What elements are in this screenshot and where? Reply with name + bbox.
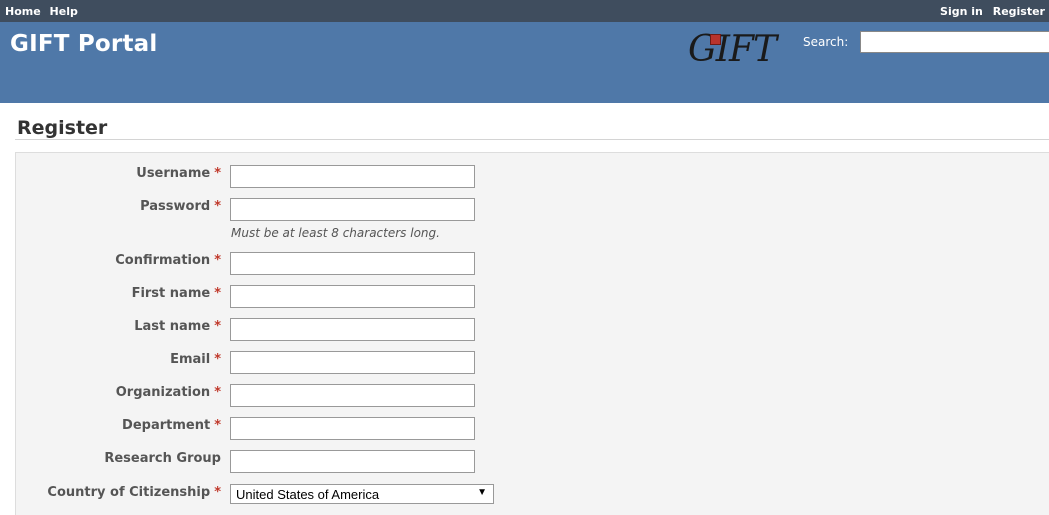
- password-label-text: Password: [140, 199, 211, 214]
- department-label-text: Department: [122, 418, 211, 433]
- research-group-label: Research Group: [104, 451, 221, 466]
- search-input[interactable]: [860, 31, 1049, 53]
- gift-box-icon: [710, 34, 721, 45]
- first-name-label-text: First name: [131, 286, 211, 301]
- research-group-label-text: Research Group: [104, 451, 221, 466]
- email-label-text: Email: [170, 352, 211, 367]
- home-link[interactable]: Home: [5, 5, 41, 18]
- email-label: Email *: [170, 352, 221, 367]
- department-label: Department *: [122, 418, 221, 433]
- page-title: Register: [17, 117, 108, 139]
- title-divider: [15, 139, 1049, 140]
- search-label: Search:: [803, 35, 849, 49]
- username-label: Username *: [136, 166, 221, 181]
- top-menu-right: Sign in Register: [934, 5, 1045, 18]
- confirmation-field[interactable]: [230, 252, 475, 275]
- logo-text: GIFT: [688, 29, 777, 70]
- password-label: Password *: [140, 199, 221, 214]
- dropdown-arrow-icon: ▼: [477, 487, 487, 498]
- top-menu-left: Home Help: [5, 5, 83, 18]
- help-link[interactable]: Help: [50, 5, 78, 18]
- header-banner: GIFT Portal GIFT Search:: [0, 22, 1049, 103]
- sign-in-link[interactable]: Sign in: [940, 5, 983, 18]
- top-menu-bar: Home Help Sign in Register: [0, 0, 1049, 22]
- last-name-label: Last name *: [134, 319, 221, 334]
- required-marker: *: [214, 319, 221, 334]
- required-marker: *: [214, 253, 221, 268]
- required-marker: *: [214, 286, 221, 301]
- required-marker: *: [214, 199, 221, 214]
- required-marker: *: [214, 352, 221, 367]
- required-marker: *: [214, 166, 221, 181]
- organization-label: Organization *: [116, 385, 221, 400]
- first-name-label: First name *: [132, 286, 221, 301]
- gift-logo[interactable]: GIFT: [688, 29, 777, 70]
- confirmation-label-text: Confirmation: [115, 253, 211, 268]
- last-name-label-text: Last name: [134, 319, 211, 334]
- site-title[interactable]: GIFT Portal: [10, 31, 157, 57]
- required-marker: *: [214, 418, 221, 433]
- last-name-field[interactable]: [230, 318, 475, 341]
- username-field[interactable]: [230, 165, 475, 188]
- research-group-field[interactable]: [230, 450, 475, 473]
- required-marker: *: [214, 385, 221, 400]
- organization-label-text: Organization: [115, 385, 211, 400]
- password-field[interactable]: [230, 198, 475, 221]
- department-field[interactable]: [230, 417, 475, 440]
- country-label-text: Country of Citizenship: [47, 485, 211, 500]
- register-link[interactable]: Register: [993, 5, 1045, 18]
- username-label-text: Username: [136, 166, 211, 181]
- first-name-field[interactable]: [230, 285, 475, 308]
- confirmation-label: Confirmation *: [115, 253, 221, 268]
- country-selected-value: United States of America: [236, 487, 380, 502]
- required-marker: *: [214, 485, 221, 500]
- country-label: Country of Citizenship *: [47, 485, 221, 500]
- password-help-text: Must be at least 8 characters long.: [231, 226, 440, 240]
- organization-field[interactable]: [230, 384, 475, 407]
- email-field[interactable]: [230, 351, 475, 374]
- country-select[interactable]: United States of America ▼: [230, 484, 494, 504]
